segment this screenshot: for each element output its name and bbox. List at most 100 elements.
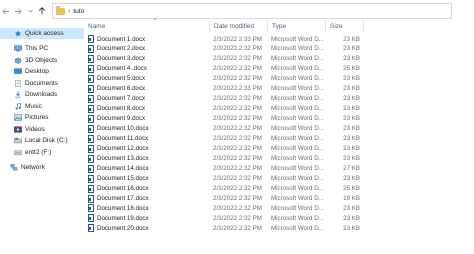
file-name-cell: Document 20.docx [88,223,206,233]
file-row[interactable]: Document 9.docx 2/3/2022 2:32 PM Microsoft… [84,114,474,124]
file-row[interactable]: Document 7.docx 2/3/2022 2:32 PM Microsoft… [84,94,474,104]
nav-item-music[interactable]: Music [0,101,84,112]
file-type-cell: Microsoft Word D... [271,185,324,193]
file-row[interactable]: Document 3.docx 2/3/2022 2:32 PM Microsoft… [84,54,474,64]
file-name: Document 12.docx [97,145,149,153]
file-name-cell: Document 5.docx [88,74,206,84]
column-header-type[interactable]: Type [268,20,326,32]
column-header-name[interactable]: Name [84,20,210,32]
nav-item-label: Desktop [25,68,49,75]
file-row[interactable]: Document 14.docx 2/3/2022 2:32 PM Microsof… [84,164,474,174]
file-size-cell: 23 KB [343,115,360,123]
column-header-size[interactable]: Size [326,20,364,32]
breadcrumb-separator-icon: › [68,7,71,15]
forward-button[interactable] [12,4,24,18]
usb-drive-icon [14,150,22,155]
word-document-icon [88,224,94,233]
file-name-cell: Document 16.docx [88,184,206,194]
file-row[interactable]: Document 5.docx 2/3/2022 2:32 PM Microsoft… [84,74,474,84]
column-header-date-modified[interactable]: Date modified [210,20,268,32]
file-row[interactable]: Document 1.docx 2/3/2022 2:33 PM Microsoft… [84,34,474,44]
file-size-cell: 23 KB [343,135,360,143]
nav-item-this-pc[interactable]: This PC [0,43,84,54]
file-size-cell: 23 KB [343,35,360,43]
file-size-cell: 19 KB [343,195,360,203]
file-name: Document 8.docx [97,105,146,113]
nav-item-documents[interactable]: Documents [0,78,84,89]
file-date-cell: 2/3/2022 2:33 PM [213,85,262,93]
file-date-cell: 2/3/2022 2:32 PM [213,65,262,73]
file-size-cell: 23 KB [343,175,360,183]
word-document-icon [88,134,94,143]
column-header-row: ^ Name Date modified Type Size [84,18,474,32]
network-icon [10,164,18,171]
recent-locations-button[interactable] [24,4,36,18]
file-type-cell: Microsoft Word D... [271,95,324,103]
file-row[interactable]: Document 15.docx 2/3/2022 2:32 PM Microsof… [84,174,474,184]
cube-icon [14,56,22,64]
file-row[interactable]: Document 16.docx 2/3/2022 2:32 PM Microsof… [84,184,474,194]
file-name: Document 17.docx [97,195,149,203]
up-button[interactable] [36,4,48,18]
file-name: Document 10.docx [97,125,149,133]
word-document-icon [88,174,94,183]
word-document-icon [88,204,94,213]
file-date-cell: 2/3/2022 2:32 PM [213,105,262,113]
nav-item-pictures[interactable]: Pictures [0,112,84,123]
file-row[interactable]: Document 4..docx 2/3/2022 2:32 PM Microsof… [84,64,474,74]
nav-item-label: Documents [25,79,58,87]
nav-item-label: Videos [25,125,45,133]
file-date-cell: 2/3/2022 2:32 PM [213,195,262,203]
file-row[interactable]: Document 20.docx 2/3/2022 2:32 PM Microsof… [84,223,474,233]
file-row[interactable]: Document 17.docx 2/3/2022 2:32 PM Microsof… [84,194,474,204]
file-size-cell: 23 KB [343,155,360,163]
address-bar[interactable]: › tuto [52,3,452,19]
back-button[interactable] [0,4,12,18]
nav-item-network[interactable]: Network [0,162,84,173]
file-row[interactable]: Document 11.docx 2/3/2022 2:32 PM Microsof… [84,134,474,144]
nav-item-quick-access[interactable]: Quick access [0,28,84,39]
nav-item-local-disk-c[interactable]: Local Disk (C:) [0,135,84,146]
breadcrumb-current-folder[interactable]: tuto [73,8,84,15]
file-row[interactable]: Document 18.docx 2/3/2022 2:32 PM Microsof… [84,203,474,213]
file-name-cell: Document 15.docx [88,174,206,184]
videos-icon [14,125,22,133]
file-date-cell: 2/3/2022 2:32 PM [213,214,262,222]
nav-item-label: Music [25,102,42,110]
file-type-cell: Microsoft Word D... [271,204,324,212]
word-document-icon [88,164,94,173]
file-name: Document 20.docx [97,224,149,232]
file-name: Document 18.docx [97,204,149,212]
nav-item-downloads[interactable]: Downloads [0,89,84,100]
file-size-cell: 23 KB [343,105,360,113]
file-row[interactable]: Document 8.docx 2/3/2022 2:32 PM Microsoft… [84,104,474,114]
file-row[interactable]: Document 2.docx 2/3/2022 2:32 PM Microsoft… [84,44,474,54]
file-type-cell: Microsoft Word D... [271,135,324,143]
nav-item-label: Pictures [25,114,49,121]
word-document-icon [88,84,94,93]
file-row[interactable]: Document 6.docx 2/3/2022 2:33 PM Microsoft… [84,84,474,94]
star-icon [14,30,22,37]
nav-item-3d-objects[interactable]: 3D Objects [0,55,84,66]
nav-item-videos[interactable]: Videos [0,124,84,135]
file-name: Document 6.docx [97,85,146,93]
file-date-cell: 2/3/2022 2:32 PM [213,155,262,163]
nav-item-entt2-f[interactable]: entt2 (F:) [0,147,84,158]
nav-item-desktop[interactable]: Desktop [0,66,84,77]
file-size-cell: 23 KB [343,204,360,212]
file-date-cell: 2/3/2022 2:32 PM [213,115,262,123]
file-row[interactable]: Document 10.docx 2/3/2022 2:32 PM Microsof… [84,124,474,134]
file-type-cell: Microsoft Word D... [271,214,324,222]
file-row[interactable]: Document 13.docx 2/3/2022 2:32 PM Microsof… [84,154,474,164]
file-name-cell: Document 18.docx [88,203,206,213]
file-size-cell: 25 KB [343,65,360,73]
word-document-icon [88,144,94,153]
file-row[interactable]: Document 12.docx 2/3/2022 2:32 PM Microsof… [84,144,474,154]
downloads-icon [15,91,21,98]
file-size-cell: 23 KB [343,145,360,153]
forward-arrow-icon [15,8,22,14]
file-row[interactable]: Document 19.docx 2/3/2022 2:32 PM Microsof… [84,213,474,223]
file-date-cell: 2/3/2022 2:32 PM [213,95,262,103]
word-document-icon [88,124,94,133]
file-name-cell: Document 10.docx [88,124,206,134]
